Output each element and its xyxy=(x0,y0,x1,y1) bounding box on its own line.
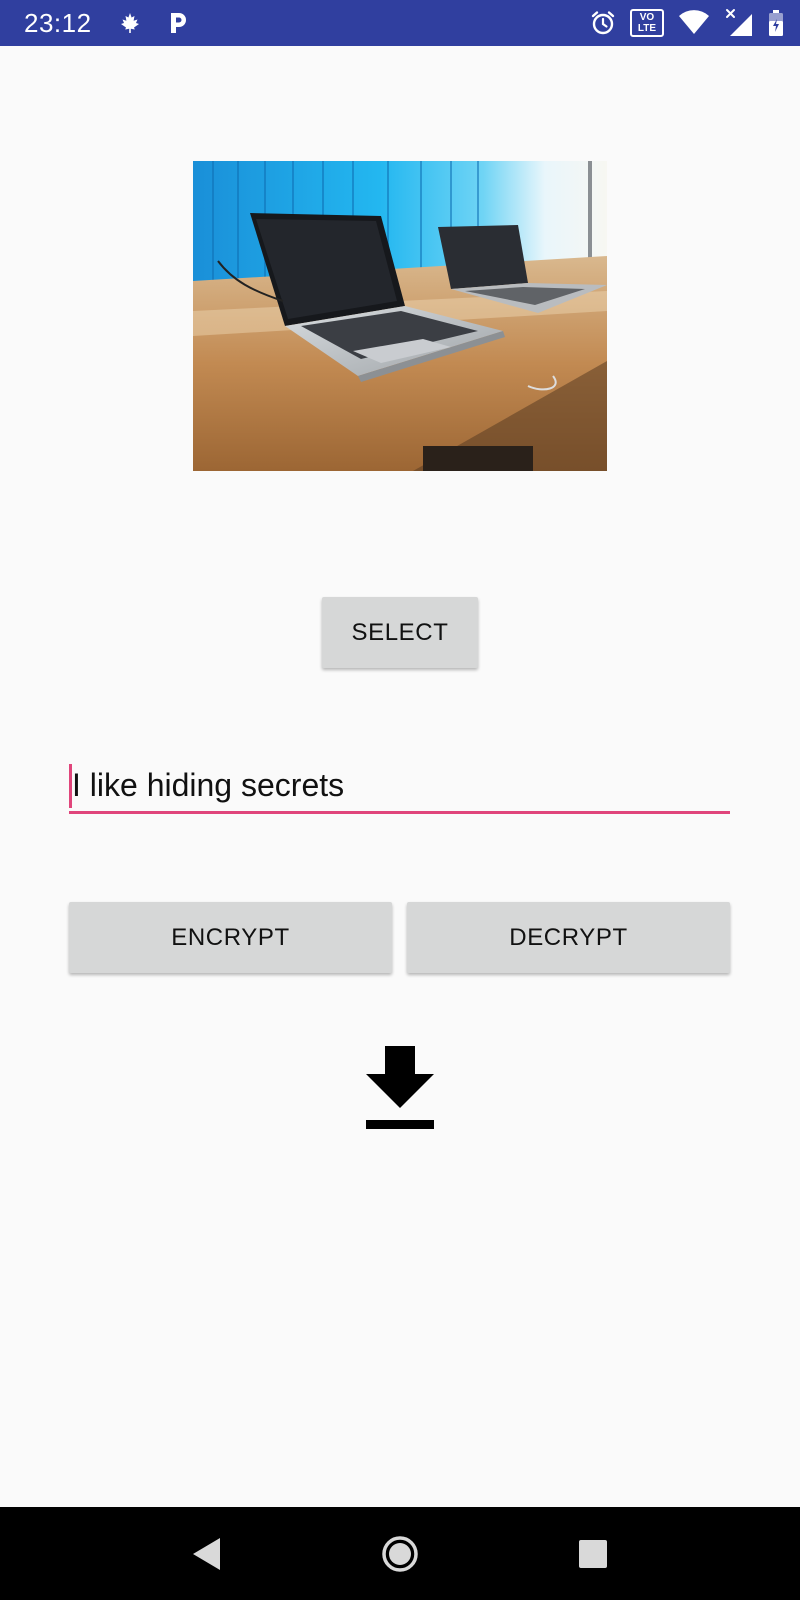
volte-bottom-label: LTE xyxy=(637,23,657,34)
message-input-value: I like hiding secrets xyxy=(72,767,345,803)
signal-icon xyxy=(724,8,754,38)
message-input[interactable]: I like hiding secrets xyxy=(69,760,730,814)
recents-icon[interactable] xyxy=(569,1530,617,1578)
status-bar: 23:12 VO LTE xyxy=(0,0,800,46)
wifi-icon xyxy=(678,10,710,36)
back-icon[interactable] xyxy=(183,1530,231,1578)
maple-leaf-icon xyxy=(118,11,142,35)
home-icon[interactable] xyxy=(376,1530,424,1578)
alarm-icon xyxy=(590,10,616,36)
status-bar-right: VO LTE xyxy=(590,8,784,38)
laptops-on-desk-photo xyxy=(193,161,607,471)
volte-icon: VO LTE xyxy=(630,9,664,37)
status-time: 23:12 xyxy=(24,7,92,38)
volte-top-label: VO xyxy=(639,12,655,23)
encrypt-button[interactable]: ENCRYPT xyxy=(69,902,392,973)
image-preview xyxy=(193,161,607,471)
decrypt-button[interactable]: DECRYPT xyxy=(407,902,730,973)
status-bar-left: 23:12 xyxy=(24,8,188,39)
navigation-bar xyxy=(0,1507,800,1600)
download-icon[interactable] xyxy=(364,1046,436,1130)
select-button[interactable]: SELECT xyxy=(322,597,478,668)
app-screen: 23:12 VO LTE SELECT I like hiding secret… xyxy=(0,0,800,1600)
battery-icon xyxy=(768,9,784,37)
p-icon xyxy=(168,11,188,35)
